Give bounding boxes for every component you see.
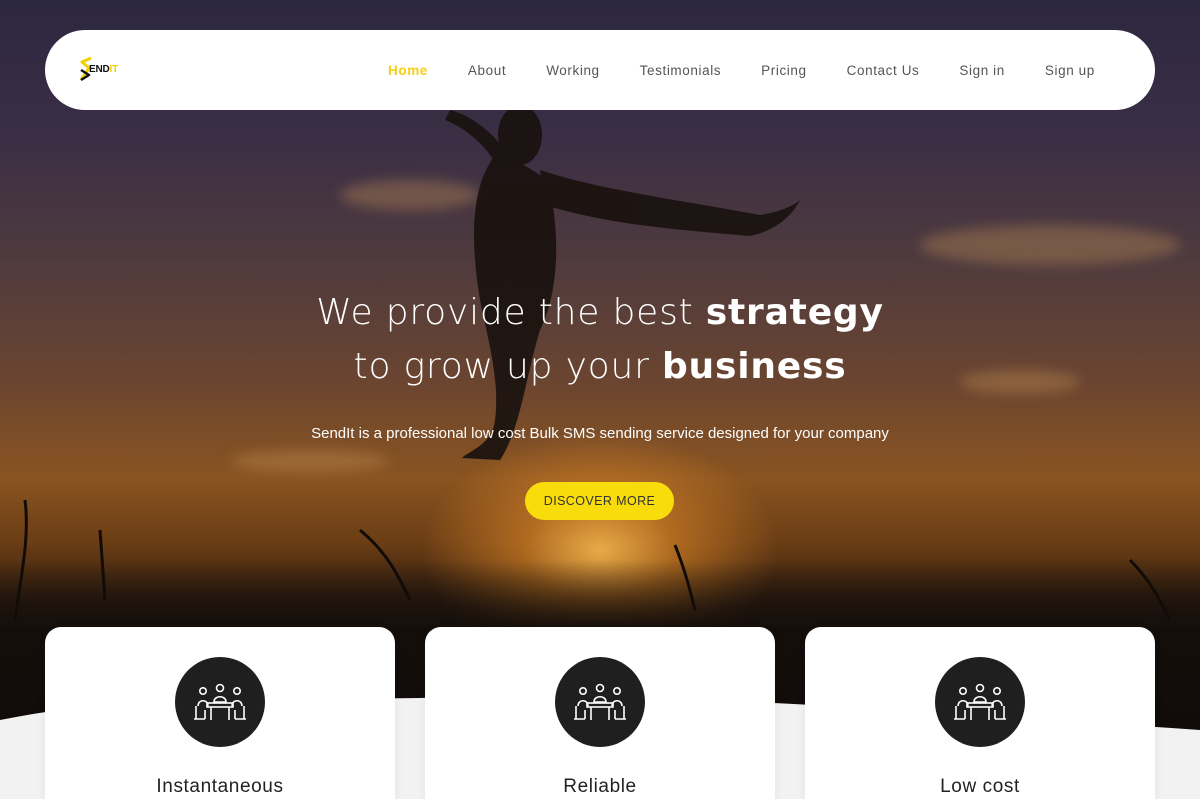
- logo-wordmark: ENDIT: [89, 64, 118, 75]
- meeting-icon-glyph: [574, 683, 626, 720]
- headline-line2: to grow up your business: [354, 346, 847, 387]
- top-navbar: ENDIT Home About Working Testimonials Pr…: [45, 30, 1155, 110]
- discover-more-button[interactable]: DISCOVER MORE: [525, 482, 674, 520]
- headline-line1: We provide the best strategy: [316, 292, 884, 333]
- feature-card-instantaneous: Instantaneous: [45, 627, 395, 799]
- feature-title: Low cost: [940, 776, 1020, 797]
- nav-testimonials[interactable]: Testimonials: [640, 63, 721, 78]
- hero-subtitle: SendIt is a professional low cost Bulk S…: [311, 425, 889, 442]
- headline-line1-bold: strategy: [705, 292, 884, 333]
- nav-about[interactable]: About: [468, 63, 506, 78]
- sendit-logo[interactable]: ENDIT: [77, 54, 127, 86]
- nav-working[interactable]: Working: [546, 63, 599, 78]
- logo-text-main: END: [89, 64, 110, 75]
- feature-title: Reliable: [563, 776, 637, 797]
- meeting-icon-glyph: [954, 683, 1006, 720]
- meeting-icon: [555, 657, 645, 747]
- hero-headline: We provide the best strategy to grow up …: [0, 286, 1200, 394]
- meeting-icon: [175, 657, 265, 747]
- feature-title: Instantaneous: [156, 776, 284, 797]
- headline-line2-regular: to grow up your: [353, 346, 662, 387]
- nav-pricing[interactable]: Pricing: [761, 63, 806, 78]
- nav-contact-us[interactable]: Contact Us: [847, 63, 920, 78]
- nav-links: Home About Working Testimonials Pricing …: [388, 30, 1095, 110]
- nav-sign-in[interactable]: Sign in: [959, 63, 1004, 78]
- meeting-icon-glyph: [194, 683, 246, 720]
- nav-sign-up[interactable]: Sign up: [1045, 63, 1095, 78]
- feature-card-reliable: Reliable: [425, 627, 775, 799]
- headline-line1-regular: We provide the best: [316, 292, 706, 333]
- feature-card-low-cost: Low cost: [805, 627, 1155, 799]
- nav-home[interactable]: Home: [388, 63, 428, 78]
- meeting-icon: [935, 657, 1025, 747]
- headline-line2-bold: business: [661, 346, 847, 387]
- logo-text-accent: IT: [109, 64, 119, 75]
